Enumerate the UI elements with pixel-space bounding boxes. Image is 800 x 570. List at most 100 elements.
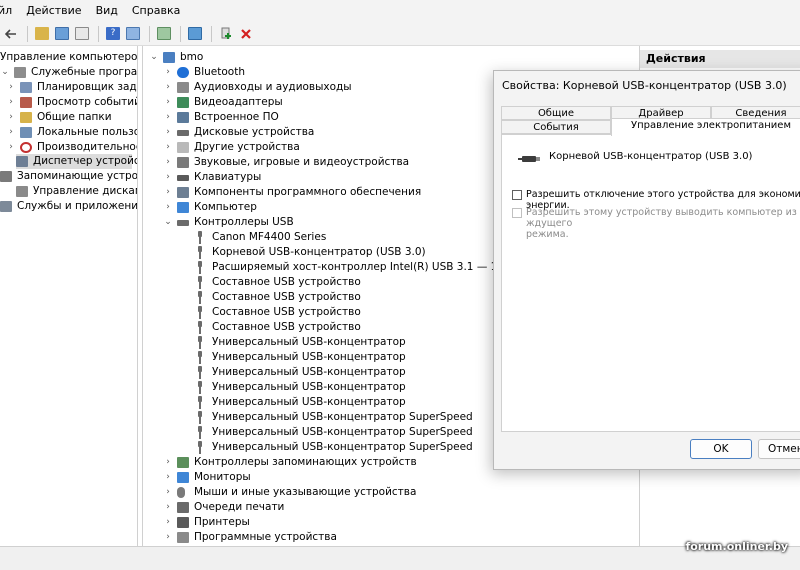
- usb-device-0[interactable]: Canon MF4400 Series: [195, 230, 326, 245]
- tree-item-local-users[interactable]: › Локальные пользовате: [6, 125, 137, 140]
- chevron-right-icon[interactable]: ›: [6, 110, 16, 125]
- usb-device-1[interactable]: Корневой USB-концентратор (USB 3.0): [195, 245, 426, 260]
- tree-label: Служебные программы: [31, 66, 138, 78]
- tree-item-utilities[interactable]: ⌄ Служебные программы: [0, 65, 138, 80]
- chevron-right-icon[interactable]: ›: [6, 140, 16, 155]
- usb-device-6[interactable]: Составное USB устройство: [195, 320, 361, 335]
- category-keyboards[interactable]: › Клавиатуры: [163, 170, 261, 185]
- chevron-right-icon[interactable]: ›: [163, 110, 173, 125]
- usb-device-8[interactable]: Универсальный USB-концентратор: [195, 350, 406, 365]
- usb-device-13[interactable]: Универсальный USB-концентратор SuperSpee…: [195, 425, 473, 440]
- chevron-right-icon[interactable]: ›: [163, 200, 173, 215]
- chevron-right-icon[interactable]: ›: [163, 170, 173, 185]
- chevron-right-icon[interactable]: ›: [163, 65, 173, 80]
- actions-header: Действия: [640, 50, 800, 68]
- usb-device-12[interactable]: Универсальный USB-концентратор SuperSpee…: [195, 410, 473, 425]
- tree-label: Диспетчер устройств: [33, 155, 137, 167]
- chevron-right-icon[interactable]: ›: [163, 515, 173, 530]
- tree-root[interactable]: Управление компьютером (л: [0, 50, 137, 65]
- tab-general[interactable]: Общие: [501, 106, 611, 120]
- back-arrow-icon[interactable]: [2, 25, 20, 43]
- allow-wake-checkbox: [512, 208, 522, 218]
- chevron-right-icon[interactable]: ›: [163, 155, 173, 170]
- category-other-devices[interactable]: › Другие устройства: [163, 140, 300, 155]
- category-storage-controllers[interactable]: › Контроллеры запоминающих устройств: [163, 455, 417, 470]
- chevron-down-icon[interactable]: ⌄: [163, 215, 173, 230]
- cancel-button[interactable]: Отмена: [758, 439, 800, 459]
- category-mice[interactable]: › Мыши и иные указывающие устройства: [163, 485, 416, 500]
- category-sound-video[interactable]: › Звуковые, игровые и видеоустройства: [163, 155, 409, 170]
- usb-device-5[interactable]: Составное USB устройство: [195, 305, 361, 320]
- usb-device-11[interactable]: Универсальный USB-концентратор: [195, 395, 406, 410]
- category-label: Принтеры: [194, 516, 250, 528]
- chevron-right-icon[interactable]: ›: [163, 185, 173, 200]
- device-label: Canon MF4400 Series: [212, 231, 327, 243]
- tree-item-storage[interactable]: ⌄ Запоминающие устройст: [0, 169, 137, 184]
- tree-item-task-scheduler[interactable]: › Планировщик заданий: [6, 80, 137, 95]
- computer-icon: [163, 52, 175, 63]
- view-icon[interactable]: [124, 25, 142, 43]
- category-software-components[interactable]: › Компоненты программного обеспечения: [163, 185, 421, 200]
- category-firmware[interactable]: › Встроенное ПО: [163, 110, 279, 125]
- chevron-down-icon[interactable]: ⌄: [149, 50, 159, 65]
- chevron-down-icon[interactable]: ⌄: [0, 65, 10, 80]
- tab-events[interactable]: События: [501, 120, 611, 134]
- unknown-device-icon: [177, 142, 189, 153]
- usb-device-9[interactable]: Универсальный USB-концентратор: [195, 365, 406, 380]
- chevron-right-icon[interactable]: ›: [6, 80, 16, 95]
- tab-power-management[interactable]: Управление электропитанием: [611, 118, 800, 136]
- monitor-icon[interactable]: [186, 25, 204, 43]
- tree-item-disk-management[interactable]: Управление дисками: [16, 184, 137, 199]
- usb-plug-icon: [195, 291, 205, 304]
- usb-device-7[interactable]: Универсальный USB-концентратор: [195, 335, 406, 350]
- chevron-right-icon[interactable]: ›: [163, 125, 173, 140]
- category-computer[interactable]: › Компьютер: [163, 200, 257, 215]
- menu-help[interactable]: Справка: [125, 0, 187, 22]
- category-software-devices[interactable]: › Программные устройства: [163, 530, 337, 545]
- menu-file[interactable]: йл: [0, 0, 19, 22]
- chevron-right-icon[interactable]: ›: [163, 95, 173, 110]
- help-icon[interactable]: ?: [104, 25, 122, 43]
- chevron-right-icon[interactable]: ›: [163, 500, 173, 515]
- tree-item-performance[interactable]: › Производительность: [6, 140, 137, 155]
- chevron-right-icon[interactable]: ›: [163, 470, 173, 485]
- chevron-right-icon[interactable]: ›: [163, 530, 173, 545]
- allow-power-off-checkbox[interactable]: [512, 190, 522, 200]
- folder-up-icon[interactable]: [33, 25, 51, 43]
- chevron-right-icon[interactable]: ›: [6, 95, 16, 110]
- device-label: Универсальный USB-концентратор: [212, 366, 406, 378]
- remove-device-icon[interactable]: [237, 25, 255, 43]
- category-display-adapters[interactable]: › Видеоадаптеры: [163, 95, 283, 110]
- console-tree-icon[interactable]: [53, 25, 71, 43]
- category-disk-drives[interactable]: › Дисковые устройства: [163, 125, 314, 140]
- device-tree-root[interactable]: ⌄ bmo: [149, 50, 203, 65]
- menu-action[interactable]: Действие: [19, 0, 88, 22]
- category-printers[interactable]: › Принтеры: [163, 515, 250, 530]
- usb-device-10[interactable]: Универсальный USB-концентратор: [195, 380, 406, 395]
- tree-item-device-manager[interactable]: Диспетчер устройств: [16, 154, 137, 169]
- tree-item-event-viewer[interactable]: › Просмотр событий: [6, 95, 137, 110]
- category-bluetooth[interactable]: › Bluetooth: [163, 65, 245, 80]
- ok-button[interactable]: OK: [690, 439, 752, 459]
- properties-icon[interactable]: [73, 25, 91, 43]
- usb-plug-icon: [195, 351, 205, 364]
- category-monitors[interactable]: › Мониторы: [163, 470, 251, 485]
- menu-view[interactable]: Вид: [89, 0, 125, 22]
- category-audio-io[interactable]: › Аудиовходы и аудиовыходы: [163, 80, 352, 95]
- category-print-queues[interactable]: › Очереди печати: [163, 500, 284, 515]
- add-driver-icon[interactable]: [217, 25, 235, 43]
- usb-device-4[interactable]: Составное USB устройство: [195, 290, 361, 305]
- users-icon: [20, 127, 32, 138]
- chevron-right-icon[interactable]: ›: [163, 455, 173, 470]
- chevron-right-icon[interactable]: ›: [163, 80, 173, 95]
- category-usb-controllers[interactable]: ⌄ Контроллеры USB: [163, 215, 293, 230]
- chevron-right-icon[interactable]: ›: [6, 125, 16, 140]
- usb-device-14[interactable]: Универсальный USB-концентратор SuperSpee…: [195, 440, 473, 455]
- usb-plug-icon: [195, 246, 205, 259]
- chevron-right-icon[interactable]: ›: [163, 140, 173, 155]
- refresh-icon[interactable]: [155, 25, 173, 43]
- chevron-right-icon[interactable]: ›: [163, 485, 173, 500]
- tree-item-shared-folders[interactable]: › Общие папки: [6, 110, 112, 125]
- usb-device-3[interactable]: Составное USB устройство: [195, 275, 361, 290]
- tree-item-services[interactable]: › Службы и приложения: [0, 199, 137, 214]
